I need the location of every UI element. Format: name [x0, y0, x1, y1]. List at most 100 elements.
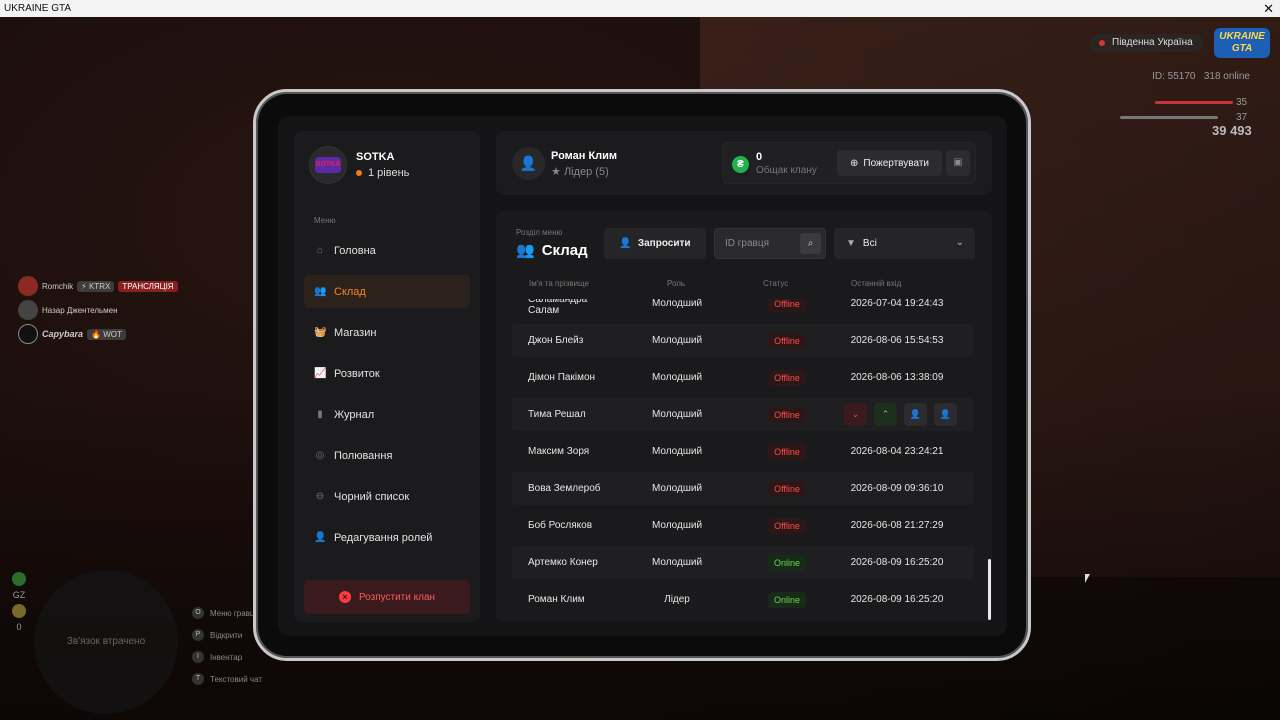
promote-chevron-icon[interactable]: ⌃: [874, 403, 897, 426]
table-row[interactable]: Саламандра Салам Молодший Offline 2026-07-0…: [512, 299, 974, 320]
member-last-login: 2026-08-09 16:25:20: [850, 557, 944, 568]
header-last-login: Останній вхід: [851, 279, 902, 288]
search-icon[interactable]: ⌕: [800, 233, 821, 254]
clan-fund: ₴ 0 Общак клану ⊕ Пожертвувати ▣: [722, 142, 976, 184]
key-hint: T Текстовий чат: [192, 668, 262, 690]
player-badge: ТРАНСЛЯЦІЯ: [118, 280, 178, 292]
row-actions: ⌄ ⌃ 👤 👤: [844, 398, 957, 431]
table-header: Ім'я та прізвище Роль Статус Останній вх…: [512, 279, 974, 295]
plus-circle-icon: ⊕: [849, 157, 859, 169]
close-icon[interactable]: ✕: [1263, 0, 1274, 17]
sidebar-item-label: Чорний список: [334, 490, 410, 503]
table-row[interactable]: Максим Зоря Молодший Offline 2026-08-04 23:…: [512, 435, 974, 468]
members-table[interactable]: Саламандра Салам Молодший Offline 2026-07-0…: [512, 299, 974, 622]
member-role: Молодший: [651, 409, 703, 420]
status-badge: Online: [767, 591, 806, 608]
sidebar-item-label: Головна: [334, 244, 376, 257]
member-status: Offline: [762, 398, 812, 431]
section-title: 👥 Склад: [516, 241, 588, 260]
key-hint: O Меню гравця: [192, 602, 262, 624]
player-row: Romchik ⚡ KTRX ТРАНСЛЯЦІЯ: [18, 274, 178, 298]
members-panel: Розділ меню 👥Склад 👤Запросити ⌕ ▼Всі⌄ Ім…: [496, 211, 992, 622]
player-avatar: [18, 324, 38, 344]
key-hints: O Меню гравця P Відкрити I Інвентар T Текстовий…: [192, 602, 262, 690]
key-hint: P Відкрити: [192, 624, 262, 646]
sidebar-item-4[interactable]: 📈 Розвиток: [304, 357, 470, 390]
sidebar-item-5[interactable]: ▮ Журнал: [304, 398, 470, 431]
key-cap: O: [192, 607, 204, 619]
sidebar-item-8[interactable]: 👤 Редагування ролей: [304, 521, 470, 554]
member-name: Артемко Конер: [528, 557, 598, 568]
table-scrollbar[interactable]: [988, 559, 991, 620]
status-badge: Online: [767, 554, 806, 571]
book-icon: ▮: [317, 408, 323, 420]
table-row[interactable]: Боб Росляков Молодший Offline 2026-06-08 21…: [512, 509, 974, 542]
donate-button[interactable]: ⊕ Пожертвувати: [837, 150, 942, 176]
key-cap: T: [192, 673, 204, 685]
filter-icon: ▼: [846, 238, 856, 249]
table-row[interactable]: Дімон Пакімон Молодший Offline 2026-08-06 1…: [512, 361, 974, 394]
sidebar-item-label: Полювання: [334, 449, 393, 462]
add-user-icon[interactable]: 👤: [934, 403, 957, 426]
kick-user-icon[interactable]: 👤: [904, 403, 927, 426]
key-cap: P: [192, 629, 204, 641]
safe-icon[interactable]: ▣: [946, 150, 970, 176]
player-avatar: [18, 276, 38, 296]
sidebar-item-1[interactable]: ⌂ Головна: [304, 234, 470, 267]
level-dot-icon: [356, 170, 362, 176]
window-titlebar: UKRAINE GTA ✕: [0, 0, 1280, 17]
table-row[interactable]: Вова Землероб Молодший Offline 2026-08-09 0…: [512, 472, 974, 505]
status-filter-select[interactable]: ▼ Всі ⌄: [834, 228, 975, 259]
player-row: Capybara 🔥 WOT: [18, 322, 178, 346]
people-icon: 👥: [516, 242, 535, 259]
disband-clan-button[interactable]: × Розпустити клан: [304, 580, 470, 614]
member-status: Offline: [762, 435, 812, 468]
member-role: Молодший: [651, 520, 703, 531]
table-row[interactable]: Роман Клим Лідер Online 2026-08-09 16:25:20: [512, 583, 974, 616]
sidebar-nav: ⌂ Головна 👥 Склад 🧺 Магазин 📈 Розвиток ▮ Журнал ◎ П…: [304, 234, 470, 562]
clan-avatar: SOTKA: [309, 146, 347, 184]
sidebar-item-7[interactable]: ⊖ Чорний список: [304, 480, 470, 513]
status-badge: Offline: [768, 299, 806, 312]
close-circle-icon: ×: [338, 591, 351, 603]
armor-bar: [1120, 116, 1218, 119]
member-name: Боб Росляков: [528, 520, 593, 531]
table-row[interactable]: Тима Решал Молодший Offline ⌄ ⌃ 👤 👤: [512, 398, 974, 431]
user-add-icon: 👤: [619, 238, 632, 249]
table-row[interactable]: Артемко Конер Молодший Online 2026-08-09 16…: [512, 546, 974, 579]
armor-value: 37: [1236, 112, 1248, 123]
status-badge: Offline: [768, 406, 806, 423]
player-avatar: [18, 300, 38, 320]
table-row[interactable]: Джон Блейз Молодший Offline 2026-08-06 15:5…: [512, 324, 974, 357]
gz-icon: [12, 572, 26, 586]
member-last-login: 2026-07-04 19:24:43: [850, 299, 944, 309]
member-status: Offline: [762, 472, 812, 505]
block-icon: ⊖: [315, 490, 325, 502]
member-name: Тима Решал: [528, 409, 586, 420]
member-status: Offline: [762, 509, 812, 542]
member-name: Вова Землероб: [528, 483, 601, 494]
member-status: Offline: [762, 324, 812, 357]
hud-side-icons: GZ 0: [12, 572, 26, 632]
mouse-cursor: [1085, 574, 1090, 583]
section-caption: Розділ меню: [516, 228, 563, 237]
online-count: 318 online: [1203, 71, 1250, 82]
sidebar-item-label: Магазин: [334, 326, 377, 339]
current-user: 👤 Роман Клим ★ Лідер (5): [512, 147, 617, 180]
player-badge: 🔥 WOT: [87, 328, 126, 340]
header-name: Ім'я та прізвище: [529, 279, 589, 288]
sidebar-item-6[interactable]: ◎ Полювання: [304, 439, 470, 472]
clan-name: SOTKA: [356, 151, 395, 163]
member-name: Джон Блейз: [528, 335, 584, 346]
demote-chevron-icon[interactable]: ⌄: [844, 403, 867, 426]
key-hint: I Інвентар: [192, 646, 262, 668]
zone-icon: [12, 604, 26, 618]
invite-button[interactable]: 👤 Запросити: [604, 228, 706, 259]
chevron-down-icon: ⌄: [955, 237, 964, 248]
sidebar-item-2[interactable]: 👥 Склад: [304, 275, 470, 308]
home-icon: ⌂: [316, 244, 324, 256]
member-name: Роман Клим: [528, 594, 585, 605]
sidebar-item-3[interactable]: 🧺 Магазин: [304, 316, 470, 349]
member-name: Максим Зоря: [528, 446, 590, 457]
player-row: Назар Джентельмен: [18, 298, 178, 322]
